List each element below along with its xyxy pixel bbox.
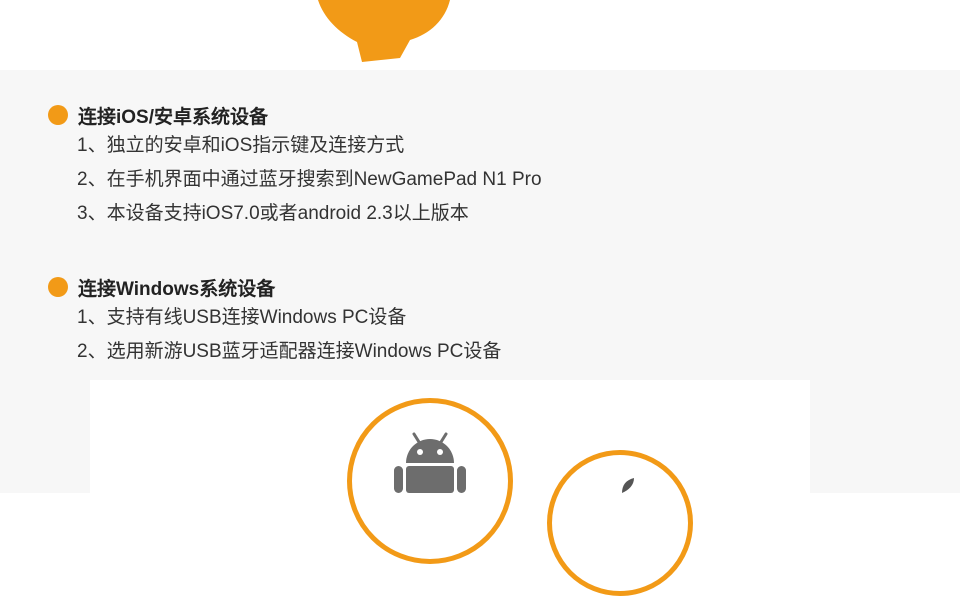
list-item: 2、选用新游USB蓝牙适配器连接Windows PC设备: [77, 341, 502, 362]
ios-android-section: 连接iOS/安卓系统设备 1、独立的安卓和iOS指示键及连接方式 2、在手机界面…: [48, 103, 542, 231]
apple-circle: [547, 450, 693, 596]
ios-android-section-title: 连接iOS/安卓系统设备: [48, 103, 542, 128]
bullet-dot-icon: [48, 277, 68, 297]
list-item: 2、在手机界面中通过蓝牙搜索到NewGamePad N1 Pro: [77, 169, 542, 190]
ios-android-title-text: 连接iOS/安卓系统设备: [78, 106, 269, 128]
windows-title-text: 连接Windows系统设备: [78, 278, 276, 300]
top-orange-shape: [318, 0, 450, 62]
list-item: 1、支持有线USB连接Windows PC设备: [77, 307, 407, 328]
list-item: 3、本设备支持iOS7.0或者android 2.3以上版本: [77, 203, 469, 224]
windows-section-title: 连接Windows系统设备: [48, 275, 501, 300]
windows-section: 连接Windows系统设备 1、支持有线USB连接Windows PC设备 2、…: [48, 275, 501, 369]
apple-icon: [622, 478, 634, 493]
bullet-dot-icon: [48, 105, 68, 125]
list-item: 1、独立的安卓和iOS指示键及连接方式: [77, 135, 405, 156]
android-icon: [394, 432, 466, 493]
